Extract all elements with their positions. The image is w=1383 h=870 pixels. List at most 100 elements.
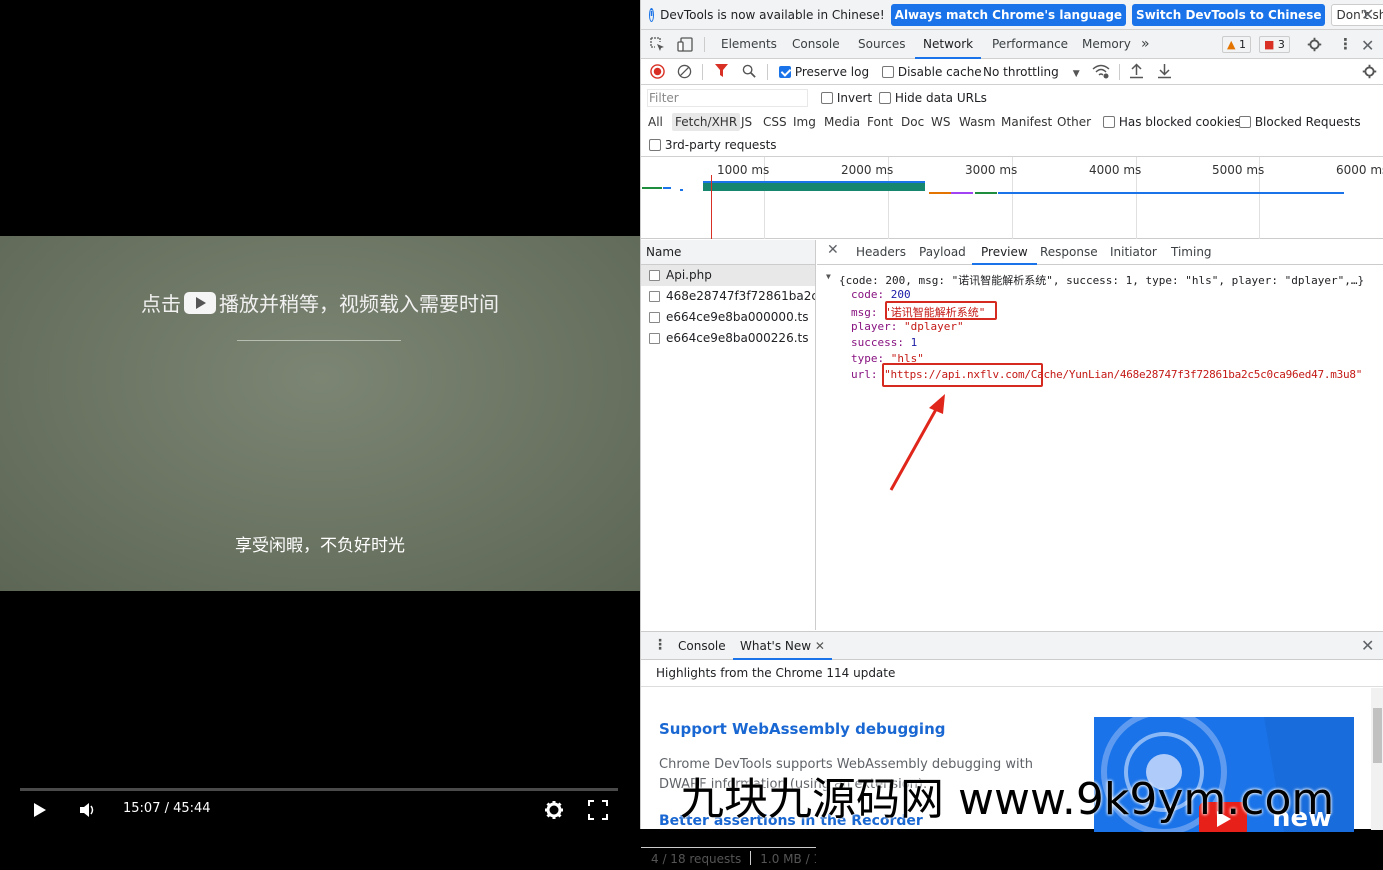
network-settings-icon[interactable] [1362, 64, 1377, 79]
tab-headers[interactable]: Headers [856, 240, 906, 265]
tab-preview[interactable]: Preview [972, 240, 1037, 265]
video-progress-bar[interactable] [20, 788, 618, 791]
checkbox-unchecked[interactable] [882, 66, 894, 78]
record-stop-icon[interactable] [650, 64, 665, 79]
status-divider [750, 851, 752, 865]
drawer-tab-console[interactable]: Console [678, 639, 726, 653]
xhr-file-icon [649, 333, 660, 344]
request-detail-panel: ✕ Headers Payload Preview Response Initi… [817, 240, 1383, 630]
tab-response[interactable]: Response [1040, 240, 1098, 265]
type-img[interactable]: Img [790, 113, 819, 131]
tab-initiator[interactable]: Initiator [1110, 240, 1157, 265]
checkbox-unchecked[interactable] [649, 139, 661, 151]
play-button[interactable] [28, 797, 52, 823]
close-infobar-icon[interactable]: ✕ [1361, 5, 1374, 24]
json-summary[interactable]: {code: 200, msg: "诺讯智能解析系统", success: 1,… [839, 272, 1364, 288]
tab-payload[interactable]: Payload [919, 240, 966, 265]
tab-network[interactable]: Network [915, 30, 982, 59]
video-player[interactable]: 点击 播放并稍等，视频载入需要时间 享受闲暇，不负好时光 15:07 / 45:4… [0, 0, 640, 829]
close-tab-icon[interactable]: ✕ [815, 639, 825, 653]
hide-data-urls-checkbox[interactable]: Hide data URLs [879, 91, 987, 105]
tab-elements[interactable]: Elements [721, 30, 777, 59]
checkbox-unchecked[interactable] [1239, 116, 1251, 128]
expand-triangle-icon[interactable]: ▼ [826, 272, 831, 281]
type-all[interactable]: All [645, 113, 666, 131]
type-other[interactable]: Other [1054, 113, 1094, 131]
settings-gear-icon[interactable] [1307, 37, 1322, 52]
red-arrow-annotation [889, 394, 945, 491]
video-subtitle: 享受闲暇，不负好时光 [235, 536, 405, 556]
filter-row: Filter Invert Hide data URLs [641, 85, 1383, 111]
type-doc[interactable]: Doc [898, 113, 927, 131]
disable-cache-checkbox[interactable]: Disable cache [882, 65, 982, 79]
match-language-button[interactable]: Always match Chrome's language [890, 3, 1127, 26]
network-overview-timeline[interactable]: 1000 ms 2000 ms 3000 ms 4000 ms 5000 ms … [641, 157, 1383, 239]
timeline-bar [703, 181, 925, 191]
close-detail-icon[interactable]: ✕ [827, 242, 839, 258]
switch-language-button[interactable]: Switch DevTools to Chinese [1132, 3, 1326, 26]
kebab-menu-icon[interactable]: ⋮ [1338, 35, 1353, 53]
tab-console[interactable]: Console [792, 30, 840, 59]
fullscreen-button[interactable] [586, 797, 610, 823]
invert-checkbox[interactable]: Invert [821, 91, 872, 105]
volume-button[interactable] [76, 797, 100, 823]
clear-icon[interactable] [677, 64, 692, 79]
info-icon: i [649, 7, 655, 22]
tab-performance[interactable]: Performance [992, 30, 1068, 59]
video-stage[interactable]: 点击 播放并稍等，视频载入需要时间 享受闲暇，不负好时光 [0, 236, 640, 591]
import-har-icon[interactable] [1129, 63, 1144, 79]
type-ws[interactable]: WS [928, 113, 953, 131]
blocked-requests-checkbox[interactable]: Blocked Requests [1239, 115, 1361, 129]
third-party-checkbox[interactable]: 3rd-party requests [649, 138, 777, 152]
checkbox-unchecked[interactable] [821, 92, 833, 104]
export-har-icon[interactable] [1157, 63, 1172, 79]
warnings-badge[interactable]: ▲ 1 [1222, 36, 1251, 53]
timeline-bar [975, 192, 997, 194]
warning-icon: ▲ [1227, 38, 1236, 51]
detail-tabs: ✕ Headers Payload Preview Response Initi… [817, 240, 1383, 265]
type-font[interactable]: Font [864, 113, 896, 131]
scrollbar-thumb[interactable] [1373, 708, 1382, 763]
article-title[interactable]: Support WebAssembly debugging [659, 720, 945, 738]
request-row[interactable]: e664ce9e8ba000000.ts [641, 307, 815, 328]
json-row-code: code: 200 [851, 288, 911, 301]
blocked-cookies-checkbox[interactable]: Has blocked cookies [1103, 115, 1241, 129]
type-fetch-xhr[interactable]: Fetch/XHR [672, 113, 741, 131]
network-conditions-icon[interactable] [1092, 64, 1110, 79]
fullscreen-icon [588, 800, 608, 820]
device-toolbar-icon[interactable] [677, 37, 693, 52]
close-drawer-icon[interactable]: ✕ [1361, 636, 1374, 655]
type-media[interactable]: Media [821, 113, 863, 131]
tab-timing[interactable]: Timing [1171, 240, 1212, 265]
xhr-file-icon [649, 270, 660, 281]
preserve-log-checkbox[interactable]: Preserve log [779, 65, 869, 79]
checkbox-checked[interactable] [779, 66, 791, 78]
errors-badge[interactable]: ■ 3 [1259, 36, 1290, 53]
drawer-tab-whats-new[interactable]: What's New ✕ [733, 632, 832, 660]
checkbox-unchecked[interactable] [879, 92, 891, 104]
dont-show-again-button[interactable]: Don't show again [1331, 3, 1383, 26]
type-manifest[interactable]: Manifest [998, 113, 1055, 131]
checkbox-unchecked[interactable] [1103, 116, 1115, 128]
throttling-select[interactable]: No throttling ▼ [983, 65, 1080, 79]
search-icon[interactable] [742, 64, 757, 79]
request-row[interactable]: 468e28747f3f72861ba2c5... [641, 286, 815, 307]
video-title: 点击 播放并稍等，视频载入需要时间 [141, 292, 499, 316]
request-row[interactable]: Api.php [641, 265, 815, 286]
settings-button[interactable] [542, 797, 566, 823]
drawer-scrollbar[interactable] [1371, 688, 1383, 830]
type-css[interactable]: CSS [760, 113, 790, 131]
more-tabs-icon[interactable]: » [1141, 30, 1150, 59]
filter-input[interactable]: Filter [647, 89, 808, 107]
tab-sources[interactable]: Sources [858, 30, 905, 59]
devtools-panel: i DevTools is now available in Chinese! … [640, 0, 1383, 866]
tab-memory[interactable]: Memory [1082, 30, 1131, 59]
type-js[interactable]: JS [738, 113, 755, 131]
close-devtools-icon[interactable]: ✕ [1361, 36, 1374, 55]
request-row[interactable]: e664ce9e8ba000226.ts [641, 328, 815, 349]
drawer-menu-icon[interactable]: ⋮ [653, 637, 667, 653]
filter-icon[interactable] [715, 64, 728, 78]
name-column-header[interactable]: Name [641, 240, 815, 265]
type-wasm[interactable]: Wasm [956, 113, 998, 131]
inspect-element-icon[interactable] [650, 37, 665, 52]
